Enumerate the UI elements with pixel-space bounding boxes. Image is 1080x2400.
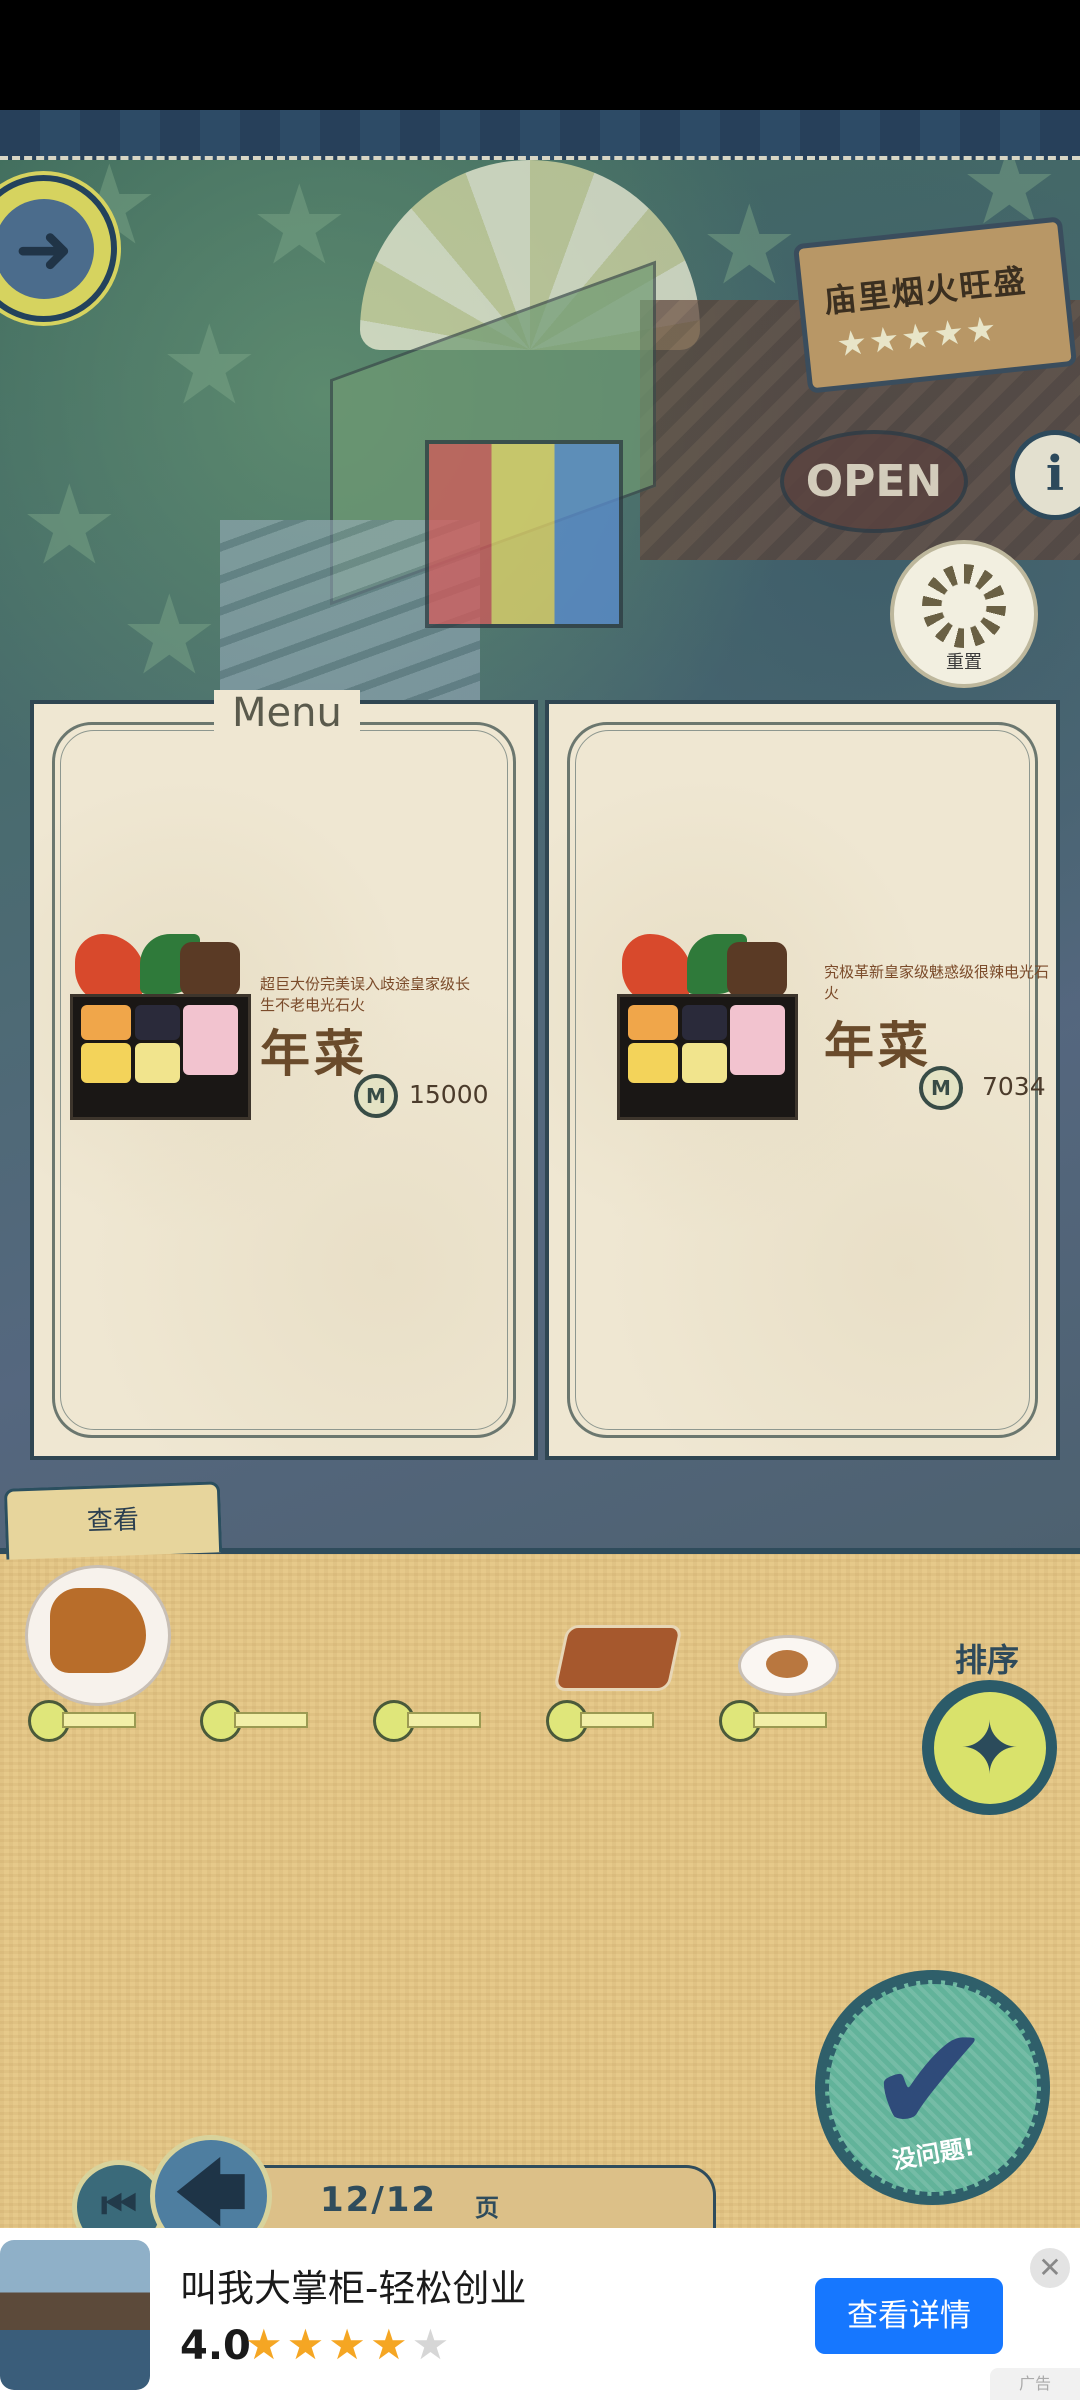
coin-icon: M (919, 1066, 963, 1110)
page-unit-label: 页 (475, 2194, 499, 2222)
menu-title: Menu (214, 690, 360, 736)
close-icon[interactable]: ✕ (1030, 2248, 1070, 2288)
food-slot[interactable] (28, 1700, 138, 1742)
slot-bar (62, 1712, 136, 1728)
star-decoration: ★ (160, 301, 259, 429)
top-black-bar (0, 0, 1080, 110)
open-sign: OPEN (780, 430, 968, 533)
croquette-dish[interactable] (738, 1635, 839, 1696)
dish-price: 7034 (982, 1072, 1046, 1101)
sort-button[interactable]: ✦ (922, 1680, 1057, 1815)
page-indicator: 12/12 (320, 2180, 438, 2220)
food-slot[interactable] (546, 1700, 656, 1742)
slot-bar (407, 1712, 481, 1728)
slot-bar (234, 1712, 308, 1728)
ad-badge: 广告 (990, 2368, 1080, 2400)
rubik-cube-building (425, 440, 623, 628)
slot-bar (580, 1712, 654, 1728)
view-tab[interactable]: 查看 (3, 1481, 223, 1560)
ad-details-button[interactable]: 查看详情 (815, 2278, 1003, 2354)
ad-title[interactable]: 叫我大掌柜-轻松创业 (180, 2258, 526, 2312)
sparkle-icon: ✦ (933, 1691, 1046, 1804)
dish-name: 年菜 (260, 1025, 368, 1083)
ad-rating: 4.0 (180, 2323, 251, 2369)
star-decoration: ★ (120, 571, 219, 699)
food-slot[interactable] (200, 1700, 310, 1742)
coin-icon: M (354, 1074, 398, 1118)
ad-banner[interactable]: 叫我大掌柜-轻松创业 4.0 ★★★★★ 查看详情 ✕ (0, 2228, 1080, 2400)
menu-card[interactable]: 究极革新皇家级魅惑级很辣电光石火 年菜 M 7034 (545, 700, 1060, 1460)
dish-description: 超巨大份完美误入歧途皇家级长生不老电光石火 (260, 975, 471, 1014)
reset-label: 重置 (946, 652, 982, 673)
shop-sign[interactable]: 庙里烟火旺盛 ★★★★★ (792, 216, 1078, 394)
shop-sign-text: 庙里烟火旺盛 (822, 261, 1029, 321)
ad-rating-stars: ★★★★★ (245, 2320, 453, 2369)
sort-label: 排序 (955, 1641, 1020, 1679)
star-decoration: ★ (250, 161, 349, 289)
confirm-button[interactable]: ✔ 没问题! (815, 1970, 1050, 2205)
star-decoration: ★ (700, 181, 799, 309)
slot-bar (753, 1712, 827, 1728)
menu-card[interactable]: Menu 超巨大份完美误入歧途皇家级长生不老电光石火 年菜 M 15000 (30, 690, 538, 1460)
scene-top-border (0, 110, 1080, 160)
arrow-right-icon: ➜ (0, 199, 94, 299)
osechi-bento-image (617, 934, 798, 1120)
dish-description: 究极革新皇家级魅惑级很辣电光石火 (824, 963, 1050, 1002)
takoyaki-dish[interactable] (552, 1625, 684, 1691)
food-slot[interactable] (373, 1700, 483, 1742)
ad-app-image[interactable] (0, 2240, 150, 2390)
dish-price: 15000 (409, 1080, 489, 1109)
dish-name: 年菜 (824, 1017, 932, 1075)
reset-spinner-icon (922, 564, 1006, 648)
reset-button[interactable]: 重置 (890, 540, 1038, 688)
osechi-bento-image (70, 934, 251, 1120)
star-filled-icon: ★★★★ (245, 2320, 412, 2369)
star-empty-icon: ★ (411, 2320, 454, 2369)
food-slot[interactable] (719, 1700, 829, 1742)
fried-cutlet-dish[interactable] (25, 1565, 171, 1706)
star-decoration: ★ (20, 461, 119, 589)
